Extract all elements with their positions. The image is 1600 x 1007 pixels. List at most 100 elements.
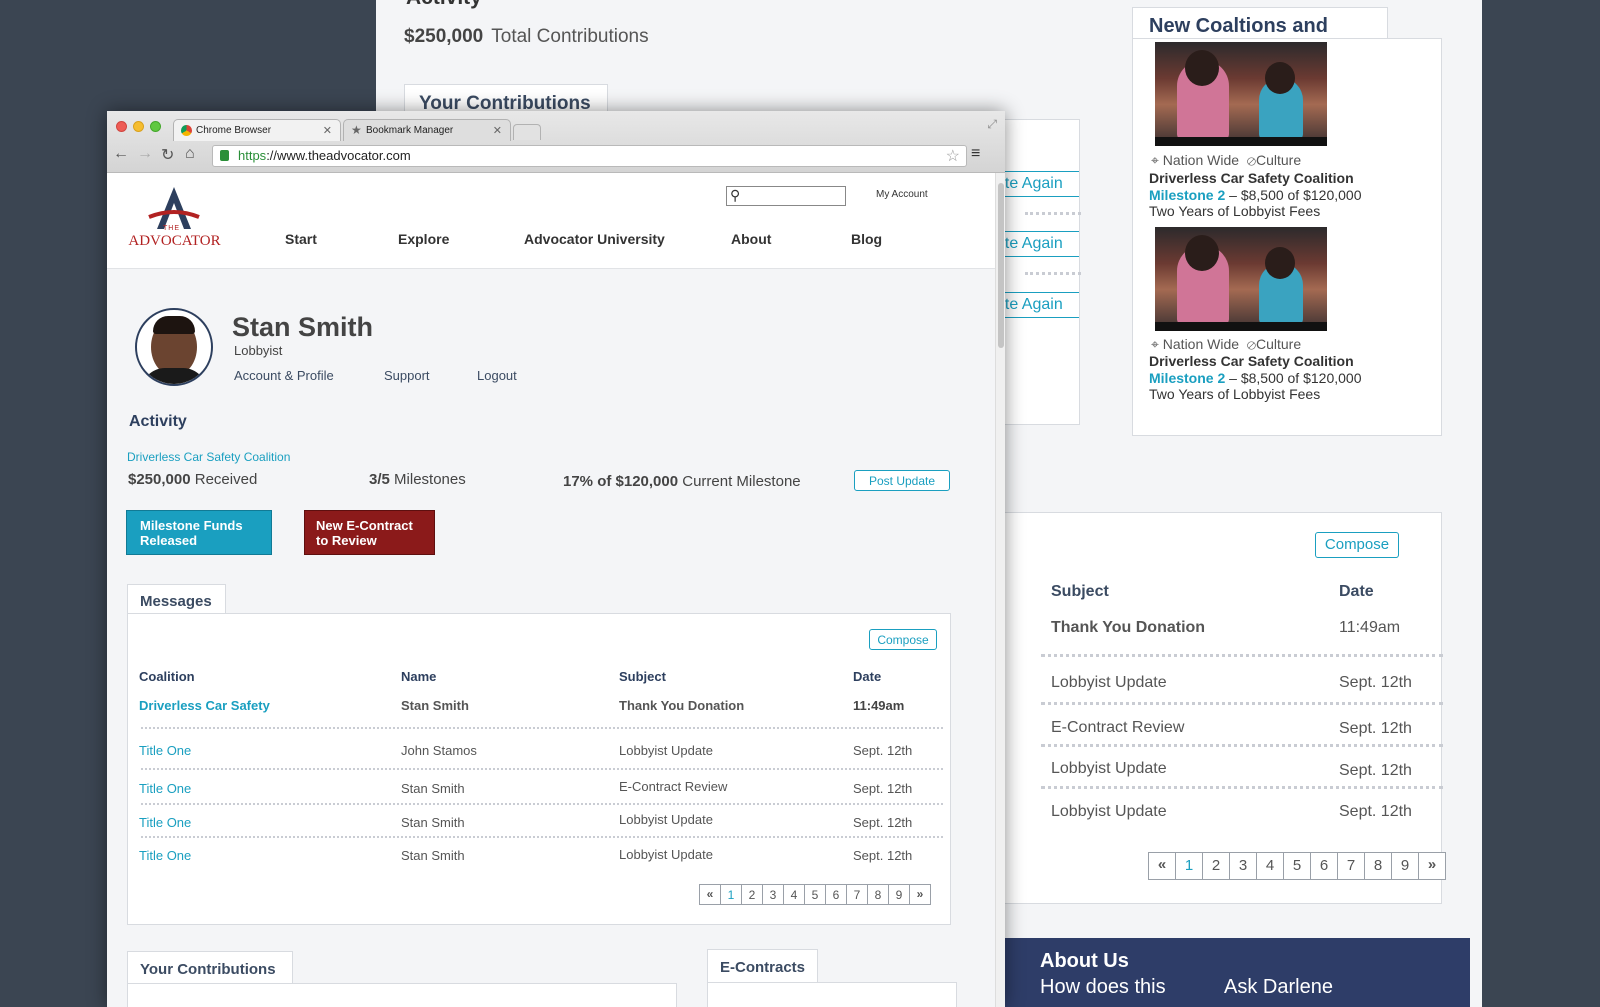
back-arrow-icon[interactable]: ←	[113, 145, 129, 163]
bg-row-subject[interactable]: Lobbyist Update	[1051, 760, 1167, 778]
tab-econtracts[interactable]: E-Contracts	[707, 949, 818, 983]
page-button[interactable]: 8	[1364, 852, 1392, 880]
last-page-button[interactable]: »	[1418, 852, 1446, 880]
milestone-funds-released-button[interactable]: Milestone Funds Released	[126, 510, 272, 555]
page-button[interactable]: 6	[825, 884, 847, 905]
coalition-link[interactable]: Driverless Car Safety Coalition	[127, 450, 290, 464]
bookmark-star-icon[interactable]: ☆	[946, 146, 960, 166]
support-link[interactable]: Support	[384, 368, 430, 383]
my-account-link[interactable]: My Account	[876, 189, 928, 200]
row-subject[interactable]: E-Contract Review	[619, 779, 727, 794]
close-tab-icon[interactable]: ✕	[323, 124, 332, 137]
bg-row-divider	[1041, 786, 1443, 789]
compose-button[interactable]: Compose	[869, 629, 937, 650]
search-input[interactable]: ⚲	[726, 186, 846, 206]
browser-chrome: Chrome Browser ✕ ★ Bookmark Manager ✕ ⤢ ← …	[107, 111, 1005, 173]
bg-row-subject[interactable]: Lobbyist Update	[1051, 803, 1167, 821]
coalition-card-image[interactable]	[1155, 227, 1327, 331]
received-stat: $250,000 Received	[128, 471, 257, 488]
page-button[interactable]: 2	[1202, 852, 1230, 880]
browser-tab[interactable]: ★ Bookmark Manager ✕	[343, 119, 511, 141]
fullscreen-icon[interactable]: ⤢	[987, 117, 997, 132]
econtracts-panel	[707, 982, 957, 1007]
bg-row-subject[interactable]: Thank You Donation	[1051, 619, 1205, 637]
page-button[interactable]: 3	[1229, 852, 1257, 880]
page-button[interactable]: 9	[1391, 852, 1419, 880]
page-button[interactable]: 8	[867, 884, 889, 905]
row-subject[interactable]: Lobbyist Update	[619, 847, 713, 862]
address-bar[interactable]: https://www.theadvocator.com ☆	[212, 145, 967, 167]
row-coalition-link[interactable]: Title One	[139, 743, 191, 758]
maximize-window-button[interactable]	[150, 121, 161, 132]
coalition-card-milestone-label: Milestone 2	[1149, 187, 1226, 203]
row-subject[interactable]: Thank You Donation	[619, 698, 744, 713]
footer: About Us How does this Ask Darlene	[1004, 938, 1470, 1007]
account-profile-link[interactable]: Account & Profile	[234, 368, 334, 383]
nav-advocator-university[interactable]: Advocator University	[524, 231, 665, 247]
bg-row-subject[interactable]: E-Contract Review	[1051, 719, 1184, 737]
row-coalition-link[interactable]: Title One	[139, 781, 191, 796]
bg-divider	[1025, 212, 1081, 215]
bg-contributions-tab[interactable]: Your Contributions	[404, 84, 608, 114]
minimize-window-button[interactable]	[133, 121, 144, 132]
row-name: Stan Smith	[401, 848, 465, 863]
page-button[interactable]: 2	[741, 884, 763, 905]
row-coalition-link[interactable]: Title One	[139, 815, 191, 830]
row-subject[interactable]: Lobbyist Update	[619, 812, 713, 827]
page-button[interactable]: 9	[888, 884, 910, 905]
milestones-count: 3/5	[369, 471, 390, 488]
page-button[interactable]: 1	[1175, 852, 1203, 880]
coalition-card-title[interactable]: Driverless Car Safety Coalition	[1149, 170, 1354, 186]
new-tab-button[interactable]	[513, 124, 541, 140]
menu-icon[interactable]: ≡	[971, 145, 980, 163]
activity-title: Activity	[129, 413, 187, 430]
footer-link[interactable]: Ask Darlene	[1224, 976, 1333, 999]
new-econtract-button[interactable]: New E-Contract to Review	[304, 510, 435, 555]
tab-messages[interactable]: Messages	[127, 584, 226, 615]
scrollbar[interactable]	[995, 173, 1005, 1007]
first-page-button[interactable]: «	[699, 884, 721, 905]
avatar[interactable]	[135, 308, 213, 386]
footer-about-us[interactable]: About Us	[1040, 950, 1129, 973]
footer-link[interactable]: How does this	[1040, 976, 1166, 999]
page-button[interactable]: 7	[846, 884, 868, 905]
browser-tab[interactable]: Chrome Browser ✕	[173, 119, 341, 141]
nav-start[interactable]: Start	[285, 231, 317, 247]
coalition-card-milestone-text: – $8,500 of $120,000	[1225, 370, 1362, 386]
post-update-button[interactable]: Post Update	[854, 470, 950, 491]
coalition-card-title[interactable]: Driverless Car Safety Coalition	[1149, 353, 1354, 369]
website: THE ADVOCATOR ⚲ My Account Start Explore…	[107, 173, 995, 1007]
profile-role: Lobbyist	[234, 343, 283, 358]
bg-new-coalitions-tab[interactable]: New Coaltions and PACS	[1132, 7, 1388, 60]
nav-about[interactable]: About	[731, 231, 771, 247]
last-page-button[interactable]: »	[909, 884, 931, 905]
bg-row-subject[interactable]: Lobbyist Update	[1051, 674, 1167, 692]
row-coalition-link[interactable]: Driverless Car Safety	[139, 698, 270, 713]
row-subject[interactable]: Lobbyist Update	[619, 743, 713, 758]
forward-arrow-icon[interactable]: →	[137, 145, 153, 163]
tab-your-contributions[interactable]: Your Contributions	[127, 951, 293, 984]
close-tab-icon[interactable]: ✕	[493, 124, 502, 137]
page-button[interactable]: 1	[720, 884, 742, 905]
close-window-button[interactable]	[116, 121, 127, 132]
reload-icon[interactable]: ↻	[161, 145, 174, 165]
nav-explore[interactable]: Explore	[398, 231, 449, 247]
logout-link[interactable]: Logout	[477, 368, 517, 383]
page-button[interactable]: 5	[804, 884, 826, 905]
page-button[interactable]: 4	[1256, 852, 1284, 880]
nav-blog[interactable]: Blog	[851, 231, 882, 247]
bg-compose-button[interactable]: Compose	[1315, 532, 1399, 558]
advocator-logo[interactable]: THE ADVOCATOR	[127, 183, 222, 253]
home-icon[interactable]: ⌂	[185, 145, 195, 163]
page-button[interactable]: 3	[762, 884, 784, 905]
first-page-button[interactable]: «	[1148, 852, 1176, 880]
page-button[interactable]: 7	[1337, 852, 1365, 880]
coalition-card-image[interactable]	[1155, 42, 1327, 146]
page-button[interactable]: 4	[783, 884, 805, 905]
milestones-label: Milestones	[394, 471, 466, 488]
scrollbar-thumb[interactable]	[998, 183, 1004, 348]
bg-total-amount: $250,000	[404, 26, 484, 47]
page-button[interactable]: 6	[1310, 852, 1338, 880]
row-coalition-link[interactable]: Title One	[139, 848, 191, 863]
page-button[interactable]: 5	[1283, 852, 1311, 880]
